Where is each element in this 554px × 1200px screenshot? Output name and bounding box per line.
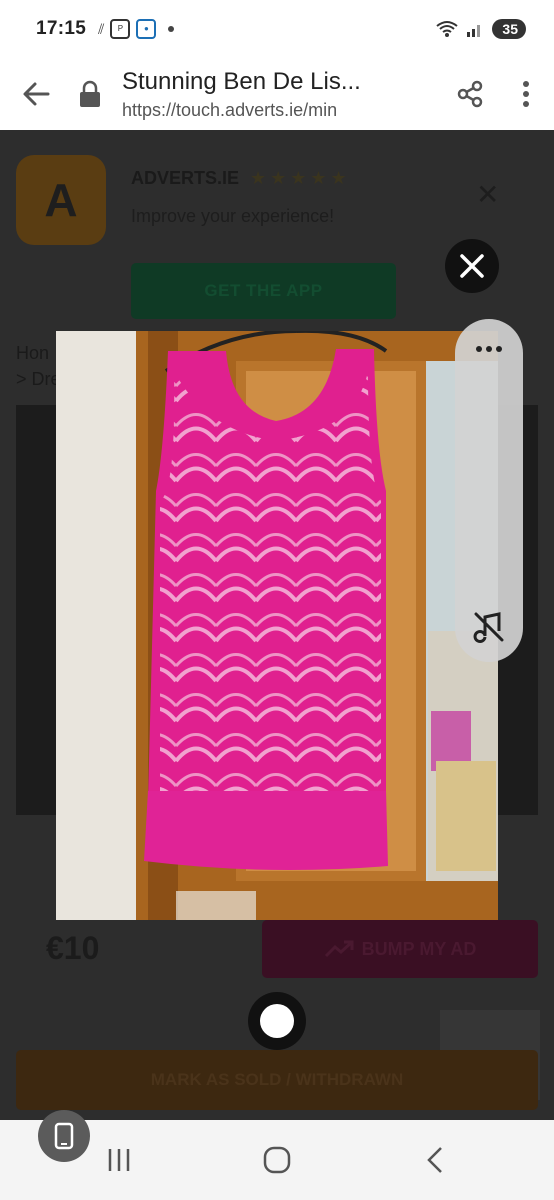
status-notification-icons: ⫽ P ● bbox=[98, 19, 175, 39]
media-side-panel bbox=[455, 319, 523, 662]
back-arrow-icon bbox=[23, 82, 50, 106]
site-info-button[interactable] bbox=[72, 80, 108, 108]
close-icon bbox=[460, 254, 484, 278]
app-banner-close-icon[interactable]: ✕ bbox=[476, 178, 499, 211]
mark-as-sold-button[interactable]: MARK AS SOLD / WITHDRAWN bbox=[16, 1050, 538, 1110]
recent-apps-button[interactable] bbox=[89, 1130, 149, 1190]
breadcrumb: Hon > Dre bbox=[16, 340, 61, 392]
battery-indicator: 35 bbox=[492, 19, 526, 39]
address-bar[interactable]: Stunning Ben De Lis... https://touch.adv… bbox=[108, 68, 442, 121]
close-image-button[interactable] bbox=[445, 239, 499, 293]
mute-sound-button[interactable] bbox=[471, 609, 507, 645]
app-banner-tagline: Improve your experience! bbox=[131, 206, 335, 226]
signal-icon: ⫽ bbox=[98, 20, 105, 37]
trending-up-icon bbox=[324, 940, 354, 958]
more-options-button[interactable] bbox=[498, 58, 554, 130]
adverts-logo-icon: A bbox=[16, 155, 106, 245]
wifi-icon bbox=[436, 21, 459, 37]
phone-device-icon bbox=[54, 1122, 74, 1150]
dress-photo[interactable] bbox=[56, 331, 498, 920]
dress-photo-image bbox=[56, 331, 498, 920]
recent-apps-icon bbox=[108, 1149, 130, 1171]
plus-app-icon: P bbox=[110, 19, 131, 39]
status-time: 17:15 bbox=[36, 18, 87, 39]
music-off-icon bbox=[473, 612, 504, 643]
breadcrumb-category[interactable]: > Dre bbox=[16, 366, 61, 392]
app-banner-name: ADVERTS.IE bbox=[131, 168, 240, 188]
page-title: Stunning Ben De Lis... bbox=[122, 67, 361, 95]
more-notifications-dot bbox=[168, 26, 175, 32]
status-right: 35 bbox=[436, 19, 526, 39]
home-icon bbox=[263, 1146, 291, 1174]
chat-app-icon: ● bbox=[136, 19, 157, 39]
bump-my-ad-button[interactable]: BUMP MY AD bbox=[262, 920, 538, 978]
media-more-button[interactable] bbox=[455, 331, 523, 367]
capture-handle-button[interactable] bbox=[248, 992, 306, 1050]
screen: 17:15 ⫽ P ● 35 Stunning Ben De Lis... ht… bbox=[0, 0, 554, 1200]
share-button[interactable] bbox=[442, 58, 498, 130]
bump-my-ad-label: BUMP MY AD bbox=[361, 938, 477, 959]
browser-toolbar: Stunning Ben De Lis... https://touch.adv… bbox=[0, 58, 554, 130]
app-rating-stars: ★★★★★ bbox=[250, 168, 351, 188]
back-chevron-icon bbox=[427, 1147, 442, 1173]
get-the-app-button[interactable]: GET THE APP bbox=[131, 263, 396, 319]
page-url: https://touch.adverts.ie/min bbox=[122, 99, 338, 120]
back-button[interactable] bbox=[0, 58, 72, 130]
listing-price: €10 bbox=[46, 930, 100, 966]
capture-handle-inner bbox=[260, 1004, 294, 1038]
status-bar: 17:15 ⫽ P ● 35 bbox=[0, 0, 554, 58]
home-button[interactable] bbox=[247, 1130, 307, 1190]
floating-phone-button[interactable] bbox=[38, 1110, 90, 1162]
more-dots-icon bbox=[476, 346, 502, 352]
cell-signal-icon bbox=[467, 25, 481, 37]
lock-icon bbox=[80, 80, 100, 107]
system-back-button[interactable] bbox=[405, 1130, 465, 1190]
share-icon bbox=[457, 80, 483, 108]
breadcrumb-home[interactable]: Hon bbox=[16, 340, 61, 366]
kebab-menu-icon bbox=[523, 81, 529, 107]
